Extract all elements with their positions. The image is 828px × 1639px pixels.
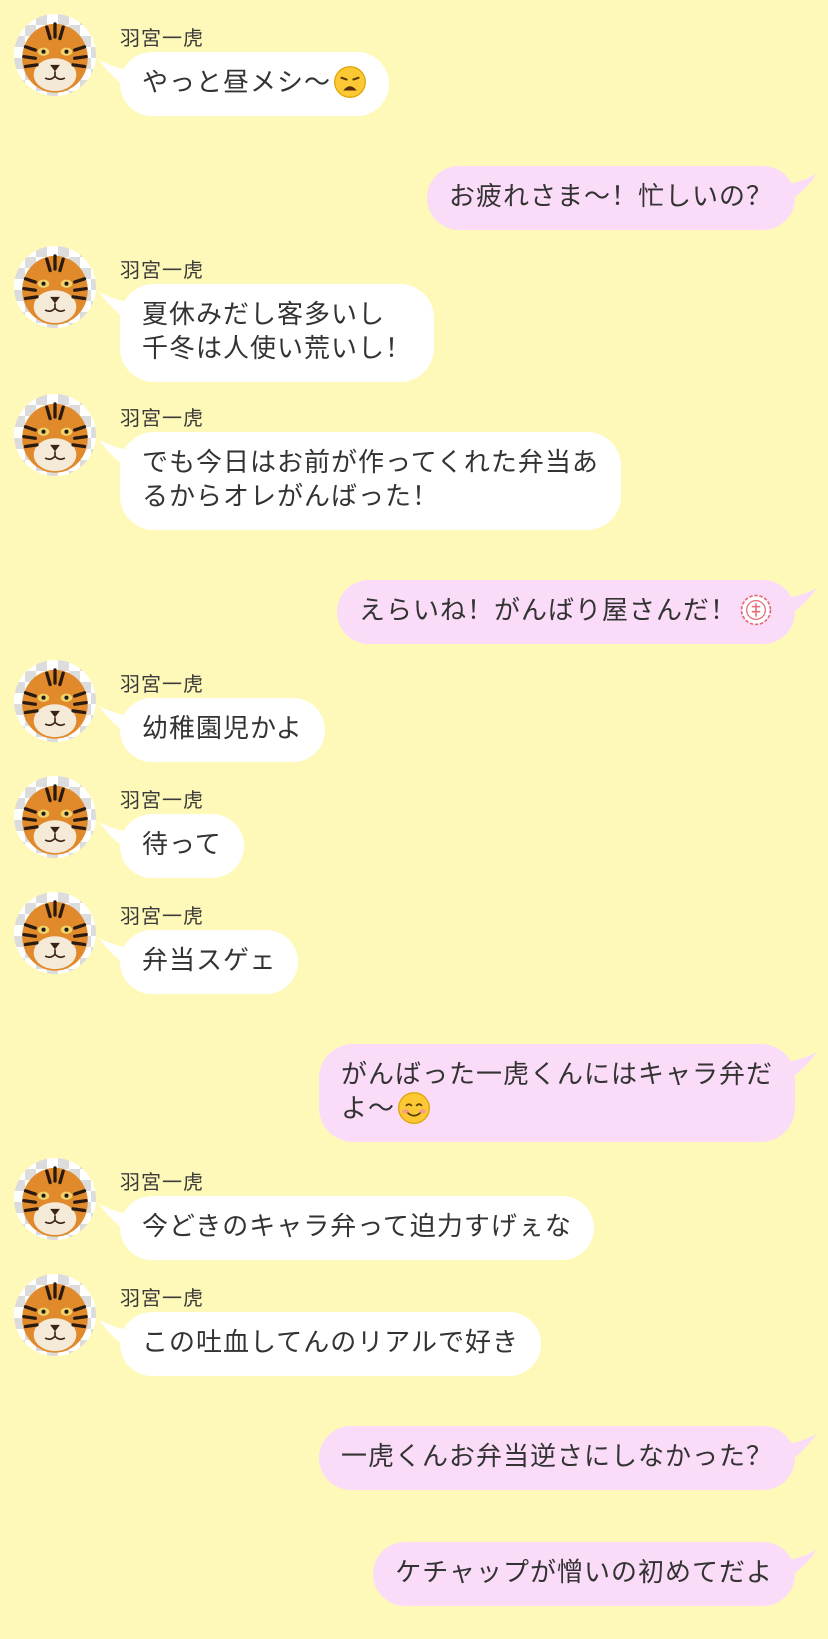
incoming-message-bubble[interactable]: 弁当スゲェ [120,930,299,994]
bubble-tail [783,1434,817,1464]
tiger-avatar-icon[interactable] [14,660,96,742]
message-text: 一虎くんお弁当逆さにしなかった？ [340,1442,773,1472]
bubble-tail [783,1052,817,1082]
sender-name: 羽宮一虎 [120,1286,204,1310]
tiger-avatar-icon[interactable] [14,892,96,974]
message-text: 幼稚園児かよ [142,714,303,744]
tiger-avatar-icon[interactable] [14,14,96,96]
message-text: 夏休みだし客多いし 千冬は人使い荒いし！ [142,300,413,364]
incoming-message-bubble[interactable]: 待って [120,814,244,878]
outgoing-message-bubble[interactable]: お疲れさま〜！忙しいの？ [426,166,795,230]
message-text: 今どきのキャラ弁って迫力すげぇな [142,1212,572,1242]
message-text: えらいね！がんばり屋さんだ！ [358,596,737,626]
message-text: お疲れさま〜！忙しいの？ [448,182,773,212]
message-text: 弁当スゲェ [142,946,277,976]
chat-screen: { "sender": "羽宮一虎", "messages": [ {"side… [0,0,828,1639]
outgoing-message-bubble[interactable]: えらいね！がんばり屋さんだ！ [336,580,795,644]
tiger-avatar-icon[interactable] [14,246,96,328]
sender-name: 羽宮一虎 [120,672,204,696]
sender-name: 羽宮一虎 [120,258,204,282]
weary-face-emoji [334,65,366,98]
incoming-message-bubble[interactable]: やっと昼メシ〜 [120,52,390,116]
incoming-message-bubble[interactable]: 夏休みだし客多いし 千冬は人使い荒いし！ [120,284,435,382]
message-text: でも今日はお前が作ってくれた弁当あ るからオレがんばった！ [142,448,599,512]
outgoing-message-bubble[interactable]: ケチャップが憎いの初めてだよ [373,1542,795,1606]
incoming-message-bubble[interactable]: 幼稚園児かよ [120,698,325,762]
smiling-face-emoji [398,1091,430,1124]
flower-stamp-emoji [740,594,772,625]
sender-name: 羽宮一虎 [120,904,204,928]
sender-name: 羽宮一虎 [120,1170,204,1194]
tiger-avatar-icon[interactable] [14,1158,96,1240]
incoming-message-bubble[interactable]: でも今日はお前が作ってくれた弁当あ るからオレがんばった！ [120,432,621,530]
tiger-avatar-icon[interactable] [14,776,96,858]
message-text: ケチャップが憎いの初めてだよ [395,1558,773,1588]
bubble-tail [783,174,817,204]
bubble-tail [783,588,817,618]
sender-name: 羽宮一虎 [120,406,204,430]
bubble-tail [783,1550,817,1580]
incoming-message-bubble[interactable]: 今どきのキャラ弁って迫力すげぇな [120,1196,594,1260]
message-text: 待って [142,830,222,860]
incoming-message-bubble[interactable]: この吐血してんのリアルで好き [120,1312,541,1376]
outgoing-message-bubble[interactable]: がんばった一虎くんにはキャラ弁だ よ〜 [318,1044,795,1142]
tiger-avatar-icon[interactable] [14,394,96,476]
sender-name: 羽宮一虎 [120,26,204,50]
outgoing-message-bubble[interactable]: 一虎くんお弁当逆さにしなかった？ [318,1426,795,1490]
sender-name: 羽宮一虎 [120,788,204,812]
message-text: やっと昼メシ〜 [142,68,332,98]
tiger-avatar-icon[interactable] [14,1274,96,1356]
message-text: この吐血してんのリアルで好き [142,1328,519,1358]
